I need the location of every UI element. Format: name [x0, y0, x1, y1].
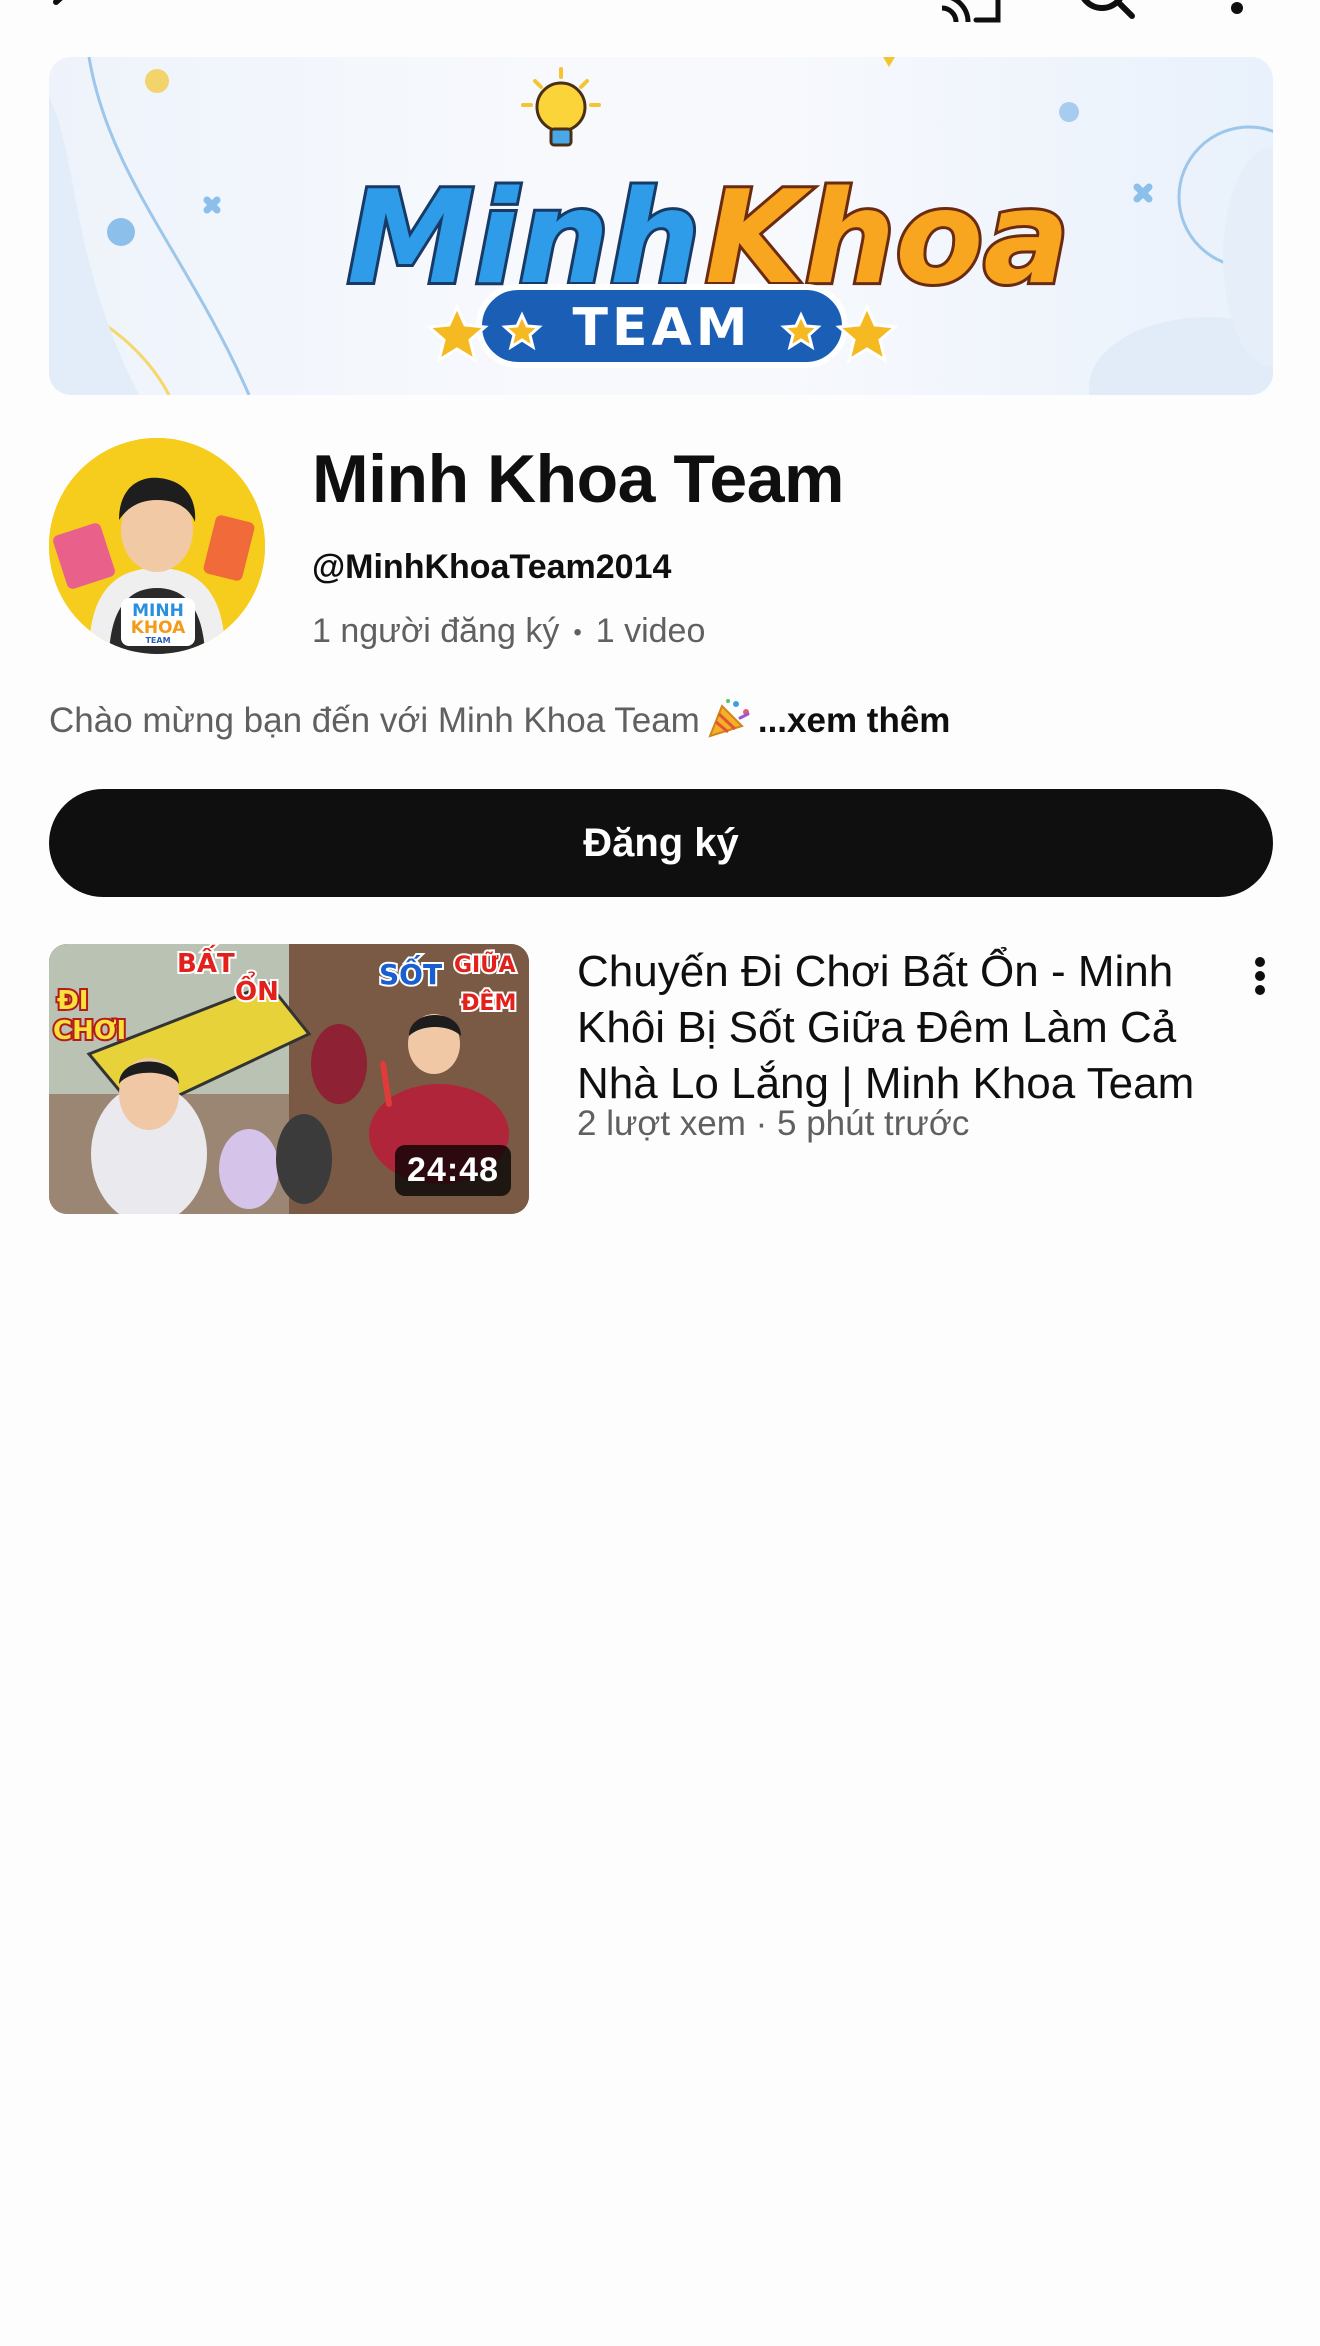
thumb-text-1: ĐI	[57, 986, 88, 1016]
thumb-text-6: GIỮA	[454, 952, 516, 978]
avatar-badge-line-2: KHOA	[131, 618, 186, 638]
top-app-bar	[0, 0, 1320, 40]
more-vert-icon[interactable]	[1222, 0, 1252, 29]
channel-handle: @MinhKhoaTeam2014	[312, 548, 672, 586]
video-meta: 2 lượt xem · 5 phút trước	[577, 1104, 970, 1143]
thumb-text-5: SỐT	[379, 953, 442, 991]
back-icon[interactable]	[46, 0, 86, 25]
video-duration-badge: 24:48	[395, 1145, 511, 1196]
party-popper-icon	[706, 698, 752, 747]
see-more-link[interactable]: ...xem thêm	[758, 701, 951, 740]
stats-separator: •	[573, 619, 582, 647]
subscriber-count: 1 người đăng ký	[312, 612, 560, 650]
search-icon[interactable]	[1074, 0, 1138, 29]
video-title[interactable]: Chuyến Đi Chơi Bất Ổn - Minh Khôi Bị Sốt…	[577, 944, 1237, 1112]
channel-banner: Minh Khoa TEAM	[49, 57, 1273, 395]
cast-icon[interactable]	[936, 0, 1006, 29]
video-list-item[interactable]: ĐI CHƠI BẤT ỔN SỐT GIỮA ĐÊM 24:48 Chuyến…	[49, 944, 1289, 1216]
thumb-text-2: CHƠI	[53, 1016, 126, 1046]
channel-avatar[interactable]: MINH KHOA TEAM	[49, 438, 265, 654]
banner-art: Minh Khoa TEAM	[49, 57, 1273, 395]
avatar-image: MINH KHOA TEAM	[49, 438, 265, 654]
avatar-badge-line-3: TEAM	[145, 636, 170, 645]
subscribe-button[interactable]: Đăng ký	[49, 789, 1273, 897]
thumb-text-3: BẤT	[177, 944, 235, 979]
description-text: Chào mừng bạn đến với Minh Khoa Team	[49, 700, 700, 740]
channel-description[interactable]: Chào mừng bạn đến với Minh Khoa Team ...…	[49, 698, 950, 747]
channel-name: Minh Khoa Team	[312, 441, 845, 517]
video-count: 1 video	[595, 612, 706, 650]
video-thumbnail[interactable]: ĐI CHƠI BẤT ỔN SỐT GIỮA ĐÊM 24:48	[49, 944, 529, 1214]
thumb-text-7: ĐÊM	[461, 990, 516, 1016]
video-more-vert-icon[interactable]	[1252, 956, 1268, 1001]
channel-stats: 1 người đăng ký • 1 video	[312, 612, 705, 651]
banner-logo-ribbon: TEAM	[573, 298, 752, 358]
